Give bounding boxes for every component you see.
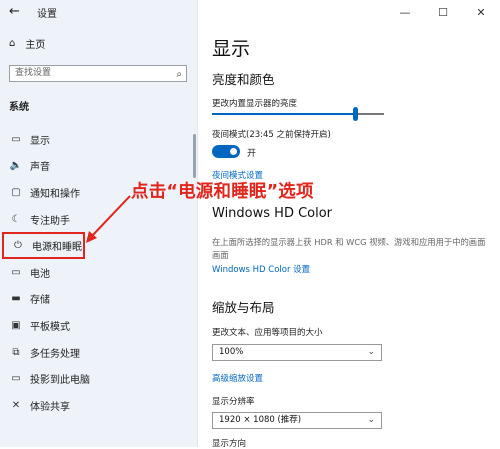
sidebar-item[interactable]: ▭ 电池 xyxy=(0,259,197,286)
resolution-dropdown[interactable]: 1920 × 1080 (推荐) ⌄ xyxy=(212,412,382,429)
sidebar-item-label: 显示 xyxy=(30,135,50,147)
hdr-description: 在上面所选择的显示器上获 HDR 和 WCG 视频、游戏和应用用于中的画面画面 xyxy=(212,237,486,260)
sidebar-item[interactable]: ▭ 显示 xyxy=(0,126,197,153)
search-placeholder: 查找设置 xyxy=(15,68,52,78)
night-mode-toggle-label: 开 xyxy=(247,149,257,159)
brightness-slider[interactable] xyxy=(212,107,384,121)
sidebar-item-label: 多任务处理 xyxy=(30,348,80,360)
search-input[interactable]: 查找设置 ⌕ xyxy=(9,65,187,82)
brightness-slider-fill xyxy=(212,113,355,115)
advanced-scale-link[interactable]: 高级缩放设置 xyxy=(212,372,263,384)
scale-label: 更改文本、应用等项目的大小 xyxy=(212,328,323,338)
back-arrow-icon[interactable]: ← xyxy=(9,4,20,19)
window-controls: — ☐ ✕ xyxy=(386,0,500,24)
sidebar-item[interactable]: 🔈 声音 xyxy=(0,153,197,180)
monitor-icon: ▭ xyxy=(11,133,21,145)
sidebar-item-label: 平板模式 xyxy=(30,321,70,333)
maximize-button[interactable]: ☐ xyxy=(424,0,462,24)
main-content: 显示 亮度和颜色 更改内置显示器的亮度 夜间模式(23:45 之前保持开启) 开… xyxy=(198,24,500,449)
moon-icon: ☾ xyxy=(11,213,21,225)
brightness-slider-thumb[interactable] xyxy=(352,107,358,121)
home-nav[interactable]: ⌂ 主页 xyxy=(9,36,45,51)
night-mode-label: 夜间模式(23:45 之前保持开启) xyxy=(212,130,331,140)
sidebar-scrollbar[interactable] xyxy=(193,134,196,178)
sidebar-item-label: 声音 xyxy=(30,162,50,174)
sidebar-item-label: 电池 xyxy=(30,268,50,280)
speaker-icon: 🔈 xyxy=(9,160,23,172)
settings-window: ⌂ 主页 查找设置 ⌕ 系统 ▭ 显示 🔈 声音 ▢ 通知和操作 ☾ 专注助手 ⏻ 电源和睡眠 ▭ 电… xyxy=(0,0,500,449)
tablet-icon: ▣ xyxy=(11,319,21,331)
chevron-down-icon: ⌄ xyxy=(367,347,375,357)
resolution-value: 1920 × 1080 (推荐) xyxy=(219,415,302,425)
close-button[interactable]: ✕ xyxy=(462,0,500,24)
project-icon: ▭ xyxy=(11,373,21,385)
home-label: 主页 xyxy=(25,40,46,51)
chevron-down-icon: ⌄ xyxy=(367,415,375,425)
sidebar: ⌂ 主页 查找设置 ⌕ 系统 ▭ 显示 🔈 声音 ▢ 通知和操作 ☾ 专注助手 ⏻ 电源和睡眠 ▭ 电… xyxy=(0,0,198,447)
sidebar-item[interactable]: ⏻ 电源和睡眠 xyxy=(2,232,85,259)
power-icon: ⏻ xyxy=(14,240,22,252)
notification-icon: ▢ xyxy=(11,186,21,198)
page-title: 显示 xyxy=(212,38,251,60)
multitask-icon: ⧉ xyxy=(12,346,20,358)
sidebar-item[interactable]: ✕ 体验共享 xyxy=(0,392,197,419)
sidebar-item-label: 存储 xyxy=(30,295,50,307)
search-icon[interactable]: ⌕ xyxy=(176,67,182,82)
sidebar-item[interactable]: ☾ 专注助手 xyxy=(0,206,197,233)
storage-icon: ▬ xyxy=(11,293,21,305)
sidebar-item[interactable]: ⧉ 多任务处理 xyxy=(0,339,197,366)
sidebar-nav: ▭ 显示 🔈 声音 ▢ 通知和操作 ☾ 专注助手 ⏻ 电源和睡眠 ▭ 电池 ▬ 存储 ▣ 平板模式 ⧉ 多任务处理… xyxy=(0,126,197,419)
resolution-label: 显示分辨率 xyxy=(212,397,255,407)
minimize-button[interactable]: — xyxy=(386,0,424,24)
home-icon: ⌂ xyxy=(9,38,16,49)
orientation-label: 显示方向 xyxy=(212,439,247,449)
sidebar-item[interactable]: ▣ 平板模式 xyxy=(0,312,197,339)
night-mode-toggle[interactable] xyxy=(212,145,240,158)
scale-heading: 缩放与布局 xyxy=(212,300,275,315)
sidebar-item-label: 专注助手 xyxy=(30,215,70,227)
scale-value: 100% xyxy=(219,347,244,357)
battery-icon: ▭ xyxy=(11,266,21,278)
title-bar: ← 设置 — ☐ ✕ xyxy=(0,0,500,24)
brightness-heading: 亮度和颜色 xyxy=(212,72,275,87)
sidebar-item[interactable]: ▬ 存储 xyxy=(0,286,197,313)
annotation-text: 点击“电源和睡眠”选项 xyxy=(131,182,314,202)
hdr-heading: Windows HD Color xyxy=(212,206,333,221)
hdr-settings-link[interactable]: Windows HD Color 设置 xyxy=(212,263,310,275)
share-icon: ✕ xyxy=(11,399,21,411)
sidebar-item-label: 通知和操作 xyxy=(30,188,80,200)
sidebar-item-label: 电源和睡眠 xyxy=(32,242,82,254)
app-title: 设置 xyxy=(37,9,57,20)
sidebar-item-label: 体验共享 xyxy=(30,401,70,413)
section-label: 系统 xyxy=(9,102,29,113)
sidebar-item[interactable]: ▭ 投影到此电脑 xyxy=(0,365,197,392)
brightness-label: 更改内置显示器的亮度 xyxy=(212,99,298,109)
scale-dropdown[interactable]: 100% ⌄ xyxy=(212,344,382,361)
sidebar-item-label: 投影到此电脑 xyxy=(30,375,90,387)
toggle-knob xyxy=(230,148,237,155)
